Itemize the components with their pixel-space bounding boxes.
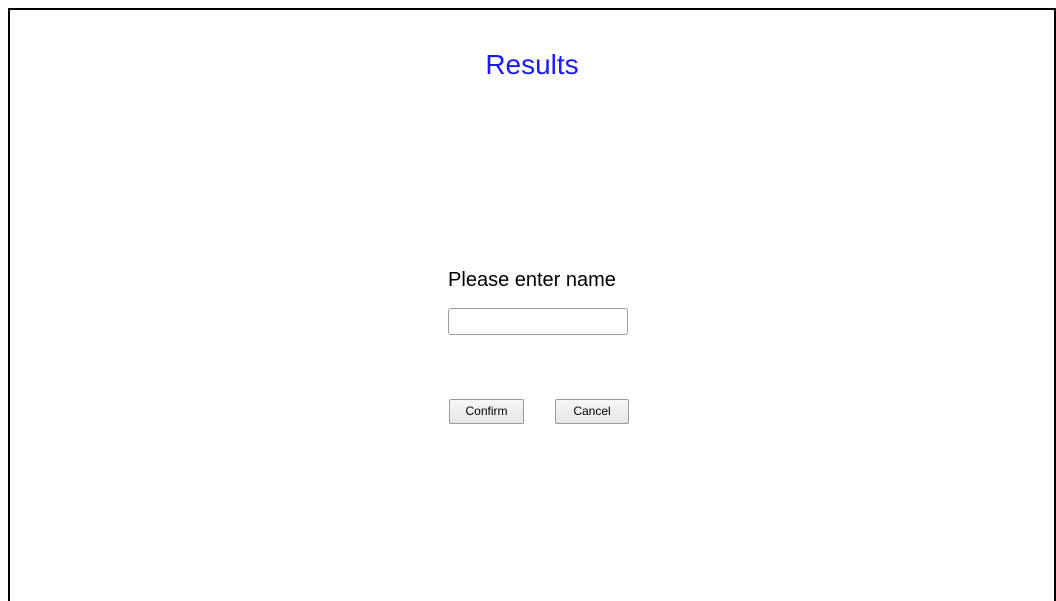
name-input[interactable] [448,308,628,335]
name-prompt-label: Please enter name [448,269,616,291]
cancel-button[interactable]: Cancel [555,399,629,424]
page-title: Results [485,49,579,80]
page-frame: Results Please enter name Confirm Cancel [8,8,1056,601]
confirm-button[interactable]: Confirm [449,399,524,424]
